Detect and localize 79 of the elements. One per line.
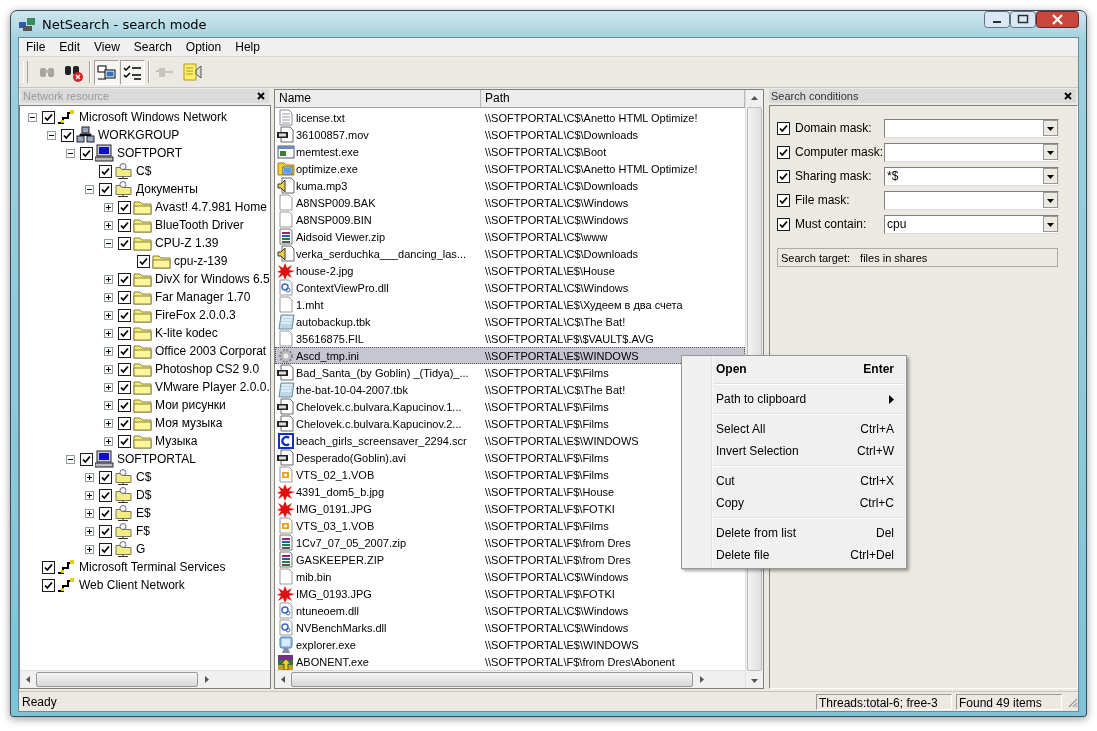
field-label: File mask: [795, 193, 851, 207]
file-path: \\SOFTPORTAL\F$\Films [484, 468, 609, 481]
file-path: \\SOFTPORTAL\C$\Downloads [484, 247, 639, 260]
file-path: \\SOFTPORTAL\C$\Downloads [484, 128, 639, 141]
file-name: 1Cv7_07_05_2007.zip [296, 536, 407, 549]
file-path: \\SOFTPORTAL\E$\Худеем в два счета [484, 298, 683, 311]
target-label: Search target: [781, 251, 851, 264]
file-name: A8NSP009.BIN [296, 213, 372, 226]
file-path: \\SOFTPORTAL\F$\from Dres\Abonent [484, 655, 675, 668]
file-path: \\SOFTPORTAL\F$\from Dres [484, 553, 631, 566]
file-path: \\SOFTPORTAL\F$\House [484, 485, 615, 498]
file-name: IMG_0193.JPG [296, 587, 372, 600]
file-path: \\SOFTPORTAL\C$\Boot [484, 145, 607, 158]
file-path: \\SOFTPORTAL\F$\$VAULT$.AVG [484, 332, 654, 345]
file-name: 1.mht [296, 298, 324, 311]
file-path: \\SOFTPORTAL\F$\Films [484, 519, 609, 532]
file-path: \\SOFTPORTAL\C$\The Bat! [484, 315, 626, 328]
file-name: ABONENT.exe [296, 655, 369, 668]
file-name: Chelovek.c.bulvara.Kapucinov.2... [296, 417, 462, 430]
file-path: \\SOFTPORTAL\C$\Windows [484, 570, 629, 583]
file-name: mib.bin [296, 570, 332, 583]
panel-title: Search conditions [771, 90, 860, 102]
file-name: VTS_03_1.VOB [296, 519, 375, 532]
file-path: \\SOFTPORTAL\E$\WINDOWS [484, 638, 639, 651]
status-panel: Found 49 items [956, 693, 1062, 710]
status-text: Ready [21, 694, 58, 709]
file-name: GASKEEPER.ZIP [296, 553, 385, 566]
file-name: ntuneoem.dll [296, 604, 359, 617]
file-name: explorer.exe [296, 638, 356, 651]
file-path: \\SOFTPORTAL\C$\Windows [484, 604, 629, 617]
file-path: \\SOFTPORTAL\F$\Films [484, 366, 609, 379]
file-name: Desperado(Goblin).avi [296, 451, 407, 464]
file-name: beach_girls_screensaver_2294.scr [296, 434, 467, 447]
file-path: \\SOFTPORTAL\C$\www [484, 230, 608, 243]
file-name: Ascd_tmp.ini [296, 349, 359, 362]
file-name: Chelovek.c.bulvara.Kapucinov.1... [296, 400, 462, 413]
file-name: optimize.exe [296, 162, 358, 175]
file-path: \\SOFTPORTAL\C$\Windows [484, 621, 629, 634]
file-path: \\SOFTPORTAL\F$\FOTKI [484, 502, 615, 515]
file-path: \\SOFTPORTAL\C$\Windows [484, 213, 629, 226]
window-title: NetSearch - search mode [42, 16, 207, 32]
target-value: files in shares [860, 251, 928, 264]
file-name: license.txt [296, 111, 345, 124]
field-label: Domain mask: [795, 121, 873, 135]
file-name: Aidsoid Viewer.zip [296, 230, 386, 243]
file-name: 35616875.FIL [296, 332, 364, 345]
file-name: IMG_0191.JPG [296, 502, 372, 515]
file-path: \\SOFTPORTAL\C$\Windows [484, 196, 629, 209]
field-label: Computer mask: [795, 145, 884, 159]
file-name: VTS_02_1.VOB [296, 468, 375, 481]
file-path: \\SOFTPORTAL\C$\The Bat! [484, 383, 626, 396]
panel-title: Network resource [23, 90, 111, 102]
file-path: \\SOFTPORTAL\C$\Anetto HTML Optimize! [484, 111, 698, 124]
file-path: \\SOFTPORTAL\F$\Films [484, 400, 609, 413]
file-name: 4391_dom5_b.jpg [296, 485, 385, 498]
file-path: \\SOFTPORTAL\F$\from Dres [484, 536, 631, 549]
file-path: \\SOFTPORTAL\E$\WINDOWS [484, 349, 639, 362]
file-name: verka_serduchka___dancing_las... [296, 247, 466, 260]
file-path: \\SOFTPORTAL\F$\Films [484, 417, 609, 430]
file-path: \\SOFTPORTAL\E$\WINDOWS [484, 434, 639, 447]
file-path: \\SOFTPORTAL\E$\House [484, 264, 615, 277]
file-name: autobackup.tbk [296, 315, 371, 328]
file-name: memtest.exe [296, 145, 359, 158]
file-path: \\SOFTPORTAL\C$\Anetto HTML Optimize! [484, 162, 698, 175]
file-path: \\SOFTPORTAL\F$\FOTKI [484, 587, 615, 600]
file-name: NVBenchMarks.dll [296, 621, 387, 634]
file-name: kuma.mp3 [296, 179, 348, 192]
file-path: \\SOFTPORTAL\F$\Films [484, 451, 609, 464]
field-label: Sharing mask: [795, 169, 873, 183]
file-name: ContextViewPro.dll [296, 281, 389, 294]
file-name: Bad_Santa_(by Goblin) _(Tidya)_... [296, 366, 469, 379]
file-name: the-bat-10-04-2007.tbk [296, 383, 408, 396]
file-path: \\SOFTPORTAL\C$\Downloads [484, 179, 639, 192]
status-panel: Threads:total-6; free-3 [816, 693, 952, 710]
file-name: A8NSP009.BAK [296, 196, 376, 209]
file-name: house-2.jpg [296, 264, 354, 277]
field-label: Must contain: [795, 217, 868, 231]
file-path: \\SOFTPORTAL\C$\Windows [484, 281, 629, 294]
file-name: 36100857.mov [296, 128, 369, 141]
